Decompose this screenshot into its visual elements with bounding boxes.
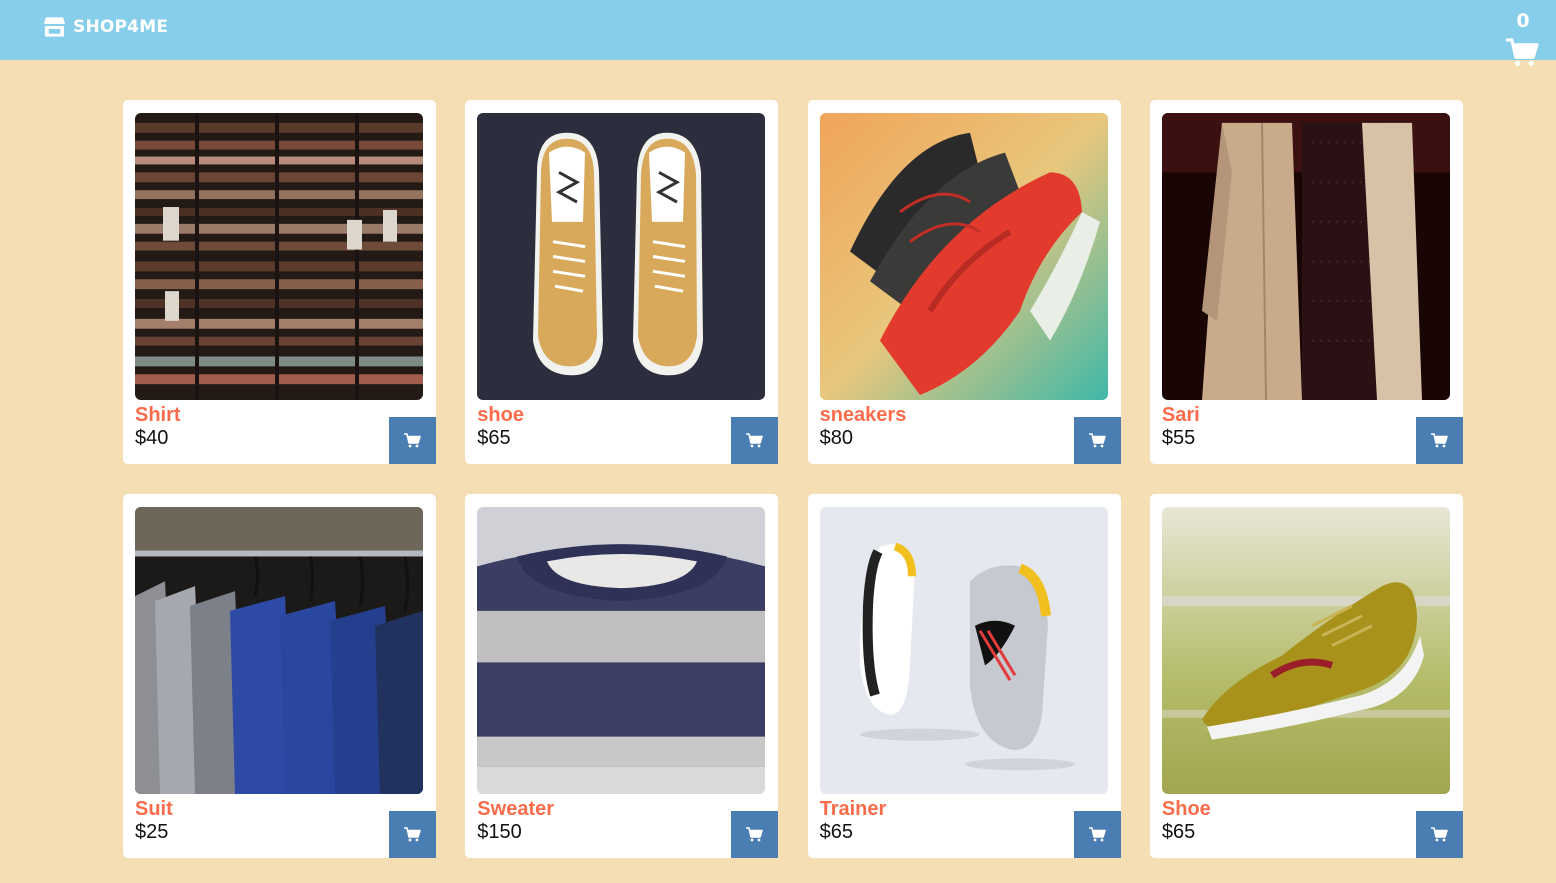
product-card: Sweater $150 (465, 494, 779, 858)
product-name: sneakers (819, 404, 907, 426)
product-image-shoe[interactable] (477, 113, 766, 400)
add-to-cart-button[interactable] (1073, 811, 1121, 858)
product-card: Trainer $65 (807, 494, 1121, 858)
product-name: Sweater (477, 798, 555, 820)
product-name: Sari (1161, 404, 1200, 426)
add-to-cart-icon (1089, 827, 1106, 842)
brand-logo-link[interactable]: SHOP4ME (43, 16, 168, 38)
product-price: $40 (135, 427, 169, 449)
product-price: $65 (1161, 821, 1196, 843)
add-to-cart-button[interactable] (389, 811, 436, 858)
product-image-gold-shoe[interactable] (1161, 507, 1450, 794)
product-name: shoe (477, 404, 524, 426)
product-price: $80 (819, 427, 853, 449)
product-name: Shirt (135, 404, 181, 426)
store-icon (43, 17, 66, 37)
add-to-cart-button[interactable] (389, 417, 436, 464)
add-to-cart-button[interactable] (1415, 417, 1463, 464)
product-image-trainer[interactable] (819, 507, 1108, 794)
cart-button[interactable]: 0 (1506, 8, 1540, 68)
product-name: Trainer (819, 798, 887, 820)
product-card: Shirt $40 (123, 100, 436, 464)
product-price: $25 (135, 821, 169, 843)
add-to-cart-icon (404, 827, 421, 842)
product-card: Shoe $65 (1149, 494, 1463, 858)
add-to-cart-icon (404, 433, 421, 448)
product-card: Sari $55 (1149, 100, 1463, 464)
product-image-sneakers[interactable] (819, 113, 1108, 400)
product-price: $65 (819, 821, 853, 843)
product-card: Suit $25 (123, 494, 436, 858)
add-to-cart-button[interactable] (1073, 417, 1121, 464)
add-to-cart-icon (1431, 827, 1448, 842)
top-navbar: SHOP4ME 0 (0, 0, 1556, 60)
add-to-cart-button[interactable] (1415, 811, 1463, 858)
add-to-cart-icon (746, 433, 763, 448)
product-image-sweater[interactable] (477, 507, 766, 794)
product-card: shoe $65 (465, 100, 779, 464)
shopping-cart-icon (1506, 38, 1539, 67)
product-card: sneakers $80 (807, 100, 1121, 464)
add-to-cart-icon (746, 827, 763, 842)
product-price: $65 (477, 427, 511, 449)
product-price: $55 (1161, 427, 1196, 449)
add-to-cart-button[interactable] (731, 811, 779, 858)
product-name: Suit (135, 798, 173, 820)
product-price: $150 (477, 821, 522, 843)
product-image-shirt[interactable] (135, 113, 423, 400)
product-image-sari[interactable] (1161, 113, 1450, 400)
product-image-suit[interactable] (135, 507, 423, 794)
add-to-cart-icon (1089, 433, 1106, 448)
product-grid: Shirt $40 shoe $65 sneakers $80 Sari $55… (123, 100, 1463, 858)
add-to-cart-button[interactable] (731, 417, 779, 464)
brand-name: SHOP4ME (73, 17, 169, 37)
add-to-cart-icon (1431, 433, 1448, 448)
cart-count-badge: 0 (1516, 10, 1530, 32)
product-name: Shoe (1161, 798, 1211, 820)
